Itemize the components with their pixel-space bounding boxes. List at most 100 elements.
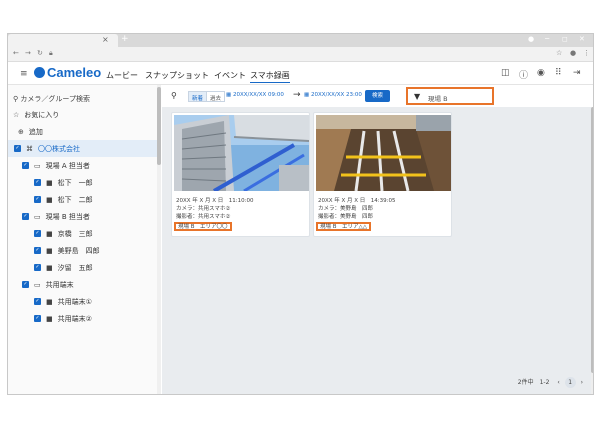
new-tab-icon[interactable]: + xyxy=(121,34,129,44)
browser-tab[interactable]: × xyxy=(8,34,118,47)
main-content: ⚲ 新着 過去 ▦ 20XX/XX/XX 09:00 → ▦ 20XX/XX/X… xyxy=(162,85,593,394)
search-input[interactable]: カメラ／グループ検索 xyxy=(20,95,90,103)
search-icon[interactable]: ⚲ xyxy=(171,91,177,100)
layout-icon[interactable]: ◫ xyxy=(501,68,510,78)
info-icon[interactable]: ⓘ xyxy=(519,68,528,81)
tree-item-camera[interactable]: ✓ ■ 京橋 三郎 xyxy=(8,225,158,242)
back-icon[interactable]: ← xyxy=(13,49,19,57)
recording-photographer: 撮影者：共用スマホ② xyxy=(176,214,231,220)
recording-thumbnail[interactable] xyxy=(174,115,309,191)
camera-icon: ■ xyxy=(46,297,53,306)
favorites-item[interactable]: ☆ お気に入り xyxy=(8,106,158,123)
main-scroll-thumb[interactable] xyxy=(591,107,593,373)
checkbox-icon[interactable]: ✓ xyxy=(22,213,29,220)
checkbox-icon[interactable]: ✓ xyxy=(14,145,21,152)
camera-group-search[interactable]: ⚲ カメラ／グループ検索 xyxy=(13,94,90,104)
checkbox-icon[interactable]: ✓ xyxy=(34,315,41,322)
checkbox-icon[interactable]: ✓ xyxy=(34,298,41,305)
card-details: 20XX 年 X 月 X 日 11:10:00 カメラ：共用スマホ② 撮影者：共… xyxy=(176,197,254,221)
tree-item-group[interactable]: ✓ ▭ 共用端末 xyxy=(8,276,158,293)
checkbox-icon[interactable]: ✓ xyxy=(34,247,41,254)
current-page-button[interactable]: 1 xyxy=(564,377,576,388)
sort-new-button[interactable]: 新着 xyxy=(188,91,208,102)
star-icon: ☆ xyxy=(13,110,20,119)
checkbox-icon[interactable]: ✓ xyxy=(34,179,41,186)
forward-icon[interactable]: → xyxy=(25,49,31,57)
camera-icon: ■ xyxy=(46,246,53,255)
nav-event[interactable]: イベント xyxy=(214,70,246,81)
tree-item-camera[interactable]: ✓ ■ 共用端末② xyxy=(8,310,158,327)
filter-funnel-icon: ▼ xyxy=(414,92,421,101)
checkbox-icon[interactable]: ✓ xyxy=(34,196,41,203)
user-icon[interactable]: ◉ xyxy=(537,68,545,78)
logo-mark-icon xyxy=(34,67,45,78)
apps-icon[interactable]: ⠿ xyxy=(555,68,562,78)
calendar-icon: ▦ xyxy=(304,92,311,98)
window-close-icon[interactable]: ✕ xyxy=(579,35,585,43)
recording-camera: カメラ：共用スマホ② xyxy=(176,206,231,212)
pagination-summary: 2件中 1-2 xyxy=(517,379,550,386)
tree-item-group[interactable]: ✓ ▭ 現場 A 担当者 xyxy=(8,157,158,174)
camera-icon: ■ xyxy=(46,229,53,238)
card-details: 20XX 年 X 月 X 日 14:39:05 カメラ：美野島 四郎 撮影者：美… xyxy=(318,197,396,221)
recording-photographer: 撮影者：美野島 四郎 xyxy=(318,214,374,220)
filter-bar: ⚲ 新着 過去 ▦ 20XX/XX/XX 09:00 → ▦ 20XX/XX/X… xyxy=(162,85,593,107)
prev-page-icon[interactable]: ‹ xyxy=(557,379,559,386)
lock-icon: 🔒︎ xyxy=(49,49,53,57)
folder-icon: ▭ xyxy=(34,161,41,170)
next-page-icon[interactable]: › xyxy=(581,379,583,386)
site-filter-value: 現場 B xyxy=(428,95,448,103)
site-filter-input[interactable]: ▼ 現場 B xyxy=(406,87,494,105)
camera-icon: ■ xyxy=(46,263,53,272)
checkbox-icon[interactable]: ✓ xyxy=(34,230,41,237)
reload-icon[interactable]: ↻ xyxy=(37,49,43,57)
search-icon: ⚲ xyxy=(13,95,19,103)
minimize-icon[interactable]: ─ xyxy=(545,35,549,43)
recording-card[interactable]: 20XX 年 X 月 X 日 11:10:00 カメラ：共用スマホ② 撮影者：共… xyxy=(171,112,310,237)
recording-location: 現場 B エリア〇〇 xyxy=(174,222,232,231)
arrow-right-icon: → xyxy=(293,90,301,100)
camera-icon: ■ xyxy=(46,195,53,204)
menu-icon[interactable]: ≡ xyxy=(20,69,28,79)
date-from[interactable]: ▦ 20XX/XX/XX 09:00 xyxy=(226,92,284,98)
checkbox-icon[interactable]: ✓ xyxy=(22,162,29,169)
plus-circle-icon: ⊕ xyxy=(18,127,24,136)
main-scrollbar[interactable] xyxy=(591,107,593,394)
close-tab-icon[interactable]: × xyxy=(102,35,109,44)
logout-icon[interactable]: ⇥ xyxy=(573,68,581,78)
recording-card[interactable]: 20XX 年 X 月 X 日 14:39:05 カメラ：美野島 四郎 撮影者：美… xyxy=(313,112,452,237)
sidebar-scroll-thumb[interactable] xyxy=(157,87,161,165)
address-bar[interactable]: ← → ↻ 🔒︎ ☆ ● ⋮ xyxy=(8,47,593,62)
folder-icon: ▭ xyxy=(34,212,41,221)
tab-bar: × + ● ─ ◻ ✕ xyxy=(8,34,593,47)
sidebar: ⚲ カメラ／グループ検索 ☆ お気に入り ⊕ 追加 ✓ ⌘ 〇〇株式会社 ✓ ▭ 現場 … xyxy=(8,85,161,394)
nav-smartphone-recording[interactable]: スマホ録画 xyxy=(250,70,290,83)
checkbox-icon[interactable]: ✓ xyxy=(22,281,29,288)
recording-thumbnail[interactable] xyxy=(316,115,451,191)
pagination: 2件中 1-2 ‹ 1 › xyxy=(518,377,583,388)
add-button[interactable]: ⊕ 追加 xyxy=(8,123,158,140)
tree-item-camera[interactable]: ✓ ■ 松下 二郎 xyxy=(8,191,158,208)
tree-item-camera[interactable]: ✓ ■ 汐留 五郎 xyxy=(8,259,158,276)
tree-item-camera[interactable]: ✓ ■ 共用端末① xyxy=(8,293,158,310)
account-icon[interactable]: ● xyxy=(570,49,576,57)
sidebar-scrollbar[interactable] xyxy=(157,85,161,394)
logo[interactable]: Cameleo xyxy=(34,65,101,80)
star-icon[interactable]: ☆ xyxy=(556,49,562,57)
nav-movie[interactable]: ムービー xyxy=(106,70,138,81)
profile-dot-icon[interactable]: ● xyxy=(528,35,534,43)
tree-item-group[interactable]: ✓ ▭ 現場 B 担当者 xyxy=(8,208,158,225)
sort-old-button[interactable]: 過去 xyxy=(206,91,226,102)
nav-snapshot[interactable]: スナップショット xyxy=(145,70,209,81)
date-to[interactable]: ▦ 20XX/XX/XX 23:00 xyxy=(304,92,362,98)
search-button[interactable]: 検索 xyxy=(365,90,390,102)
org-item[interactable]: ✓ ⌘ 〇〇株式会社 xyxy=(8,140,158,157)
calendar-icon: ▦ xyxy=(226,92,233,98)
recording-camera: カメラ：美野島 四郎 xyxy=(318,206,374,212)
kebab-menu-icon[interactable]: ⋮ xyxy=(583,49,590,57)
maximize-icon[interactable]: ◻ xyxy=(562,35,568,43)
checkbox-icon[interactable]: ✓ xyxy=(34,264,41,271)
recording-date: 20XX 年 X 月 X 日 11:10:00 xyxy=(176,198,254,204)
tree-item-camera[interactable]: ✓ ■ 松下 一郎 xyxy=(8,174,158,191)
tree-item-camera[interactable]: ✓ ■ 美野島 四郎 xyxy=(8,242,158,259)
